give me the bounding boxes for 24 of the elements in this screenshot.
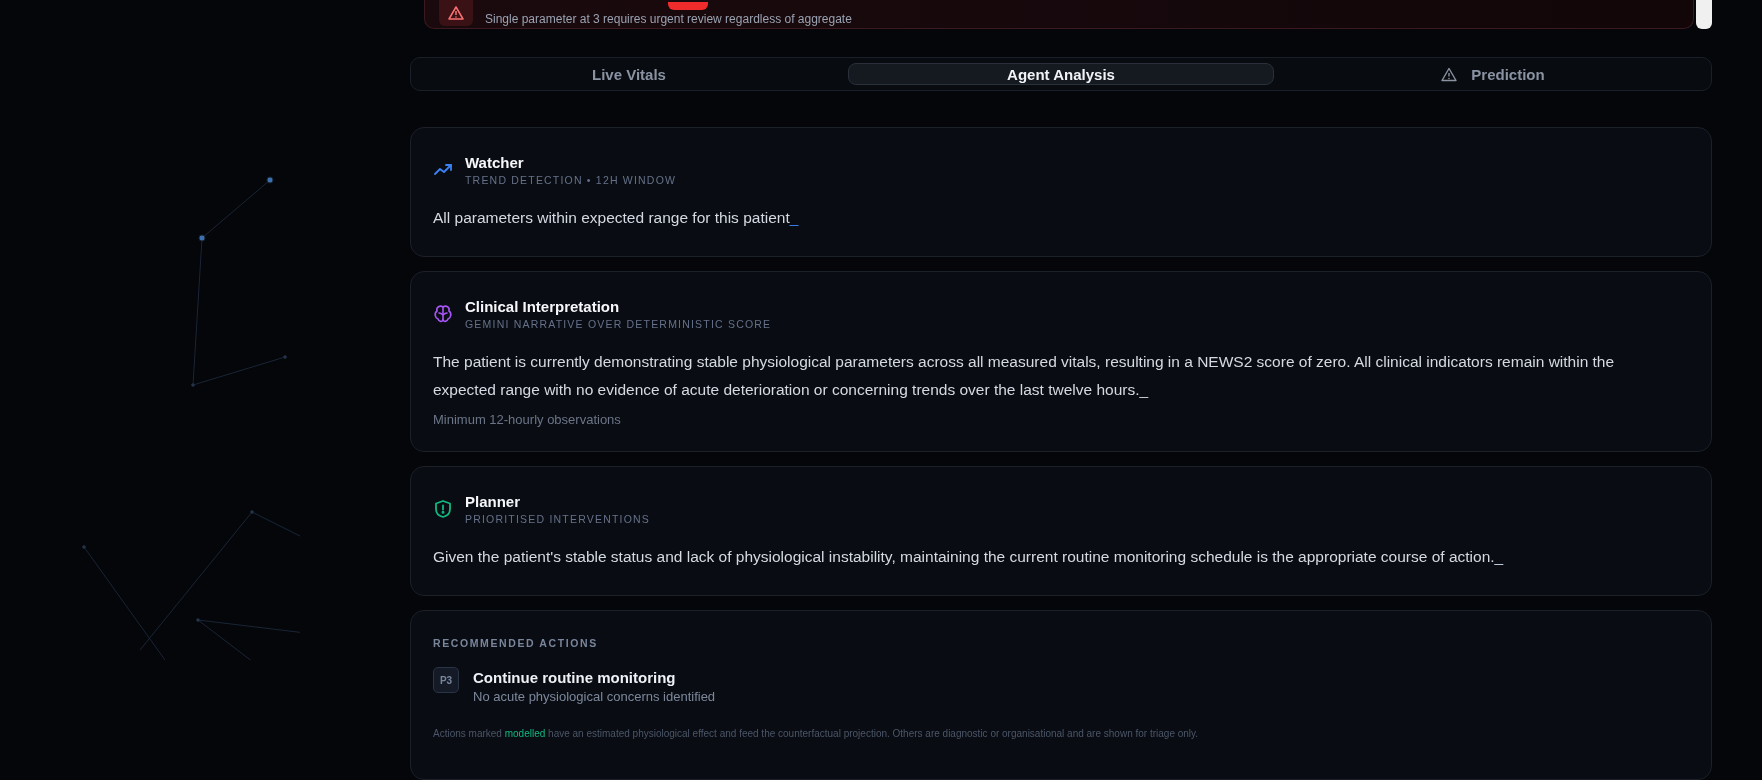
warning-icon [1441,66,1458,82]
shield-icon [433,499,453,519]
brain-icon [433,304,453,324]
tab[interactable]: Agent Analysis [848,63,1274,85]
section-heading: RECOMMENDED ACTIONS [433,637,599,649]
alert-note: Single parameter at 3 requires urgent review regardless of aggregate [485,12,852,26]
tab[interactable]: Prediction [1280,63,1706,85]
tab[interactable]: Live Vitals [416,63,842,85]
analysis-text: The patient is currently demonstrating stable physiological parameters across all measured vitals, resulting in a NEWS2 score of zero. All clinical indicators remain within the expected range with no evidence of acute deterioration or concerning trends over the last twelve hours._ [433,352,1616,400]
card-note: Minimum 12-hourly observations [433,412,622,427]
scrollbar[interactable] [1696,0,1712,29]
priority-badge: P3 [433,667,459,693]
analysis-text: All parameters within expected range for this patient_ [433,208,800,228]
action-detail: No acute physiological concerns identified [473,689,716,704]
card-subtitle: GEMINI NARRATIVE OVER DETERMINISTIC SCORE [465,318,772,330]
footnote: Actions marked modelled have an estimated physiological effect and feed the counterfactual projection. Others are diagnostic or organisational and are shown for triage only. [433,728,1200,739]
card-title: Clinical Interpretation [465,298,621,315]
status-pill [668,2,708,10]
card-title: Planner [465,493,522,510]
card-title: Watcher [465,154,525,171]
analysis-text: Given the patient's stable status and lack of physiological instability, maintaining the current routine monitoring schedule is the appropriate course of action._ [433,547,1505,567]
action-title: Continue routine monitoring [473,669,677,686]
card-subtitle: TREND DETECTION • 12H WINDOW [465,174,677,186]
card-subtitle: PRIORITISED INTERVENTIONS [465,513,650,525]
